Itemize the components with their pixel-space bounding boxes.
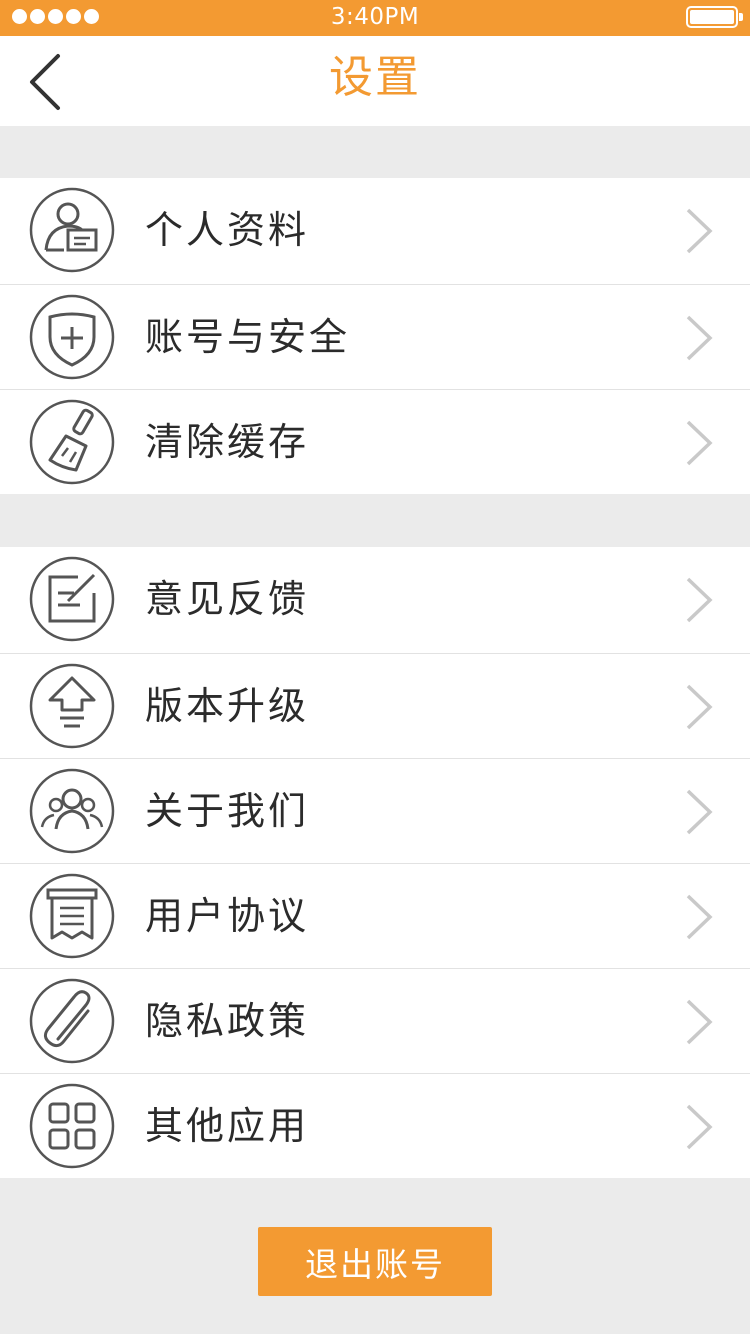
settings-group-general: 意见反馈 版本升级 关于我们 用户协议 隐私政策 其他应用 — [0, 547, 750, 1178]
nav-bar: 设置 — [0, 36, 750, 126]
row-other-apps[interactable]: 其他应用 — [0, 1073, 750, 1178]
grid-apps-icon — [29, 1083, 115, 1169]
status-time: 3:40PM — [330, 4, 420, 30]
row-label: 账号与安全 — [145, 315, 351, 359]
row-privacy-policy[interactable]: 隐私政策 — [0, 968, 750, 1073]
row-label: 版本升级 — [145, 684, 310, 728]
receipt-document-icon — [29, 873, 115, 959]
row-label: 隐私政策 — [145, 999, 310, 1043]
chevron-right-icon — [686, 315, 713, 361]
row-label: 个人资料 — [145, 208, 310, 252]
chevron-right-icon — [686, 789, 713, 835]
status-bar: 3:40PM — [0, 0, 750, 36]
profile-card-icon — [29, 187, 115, 273]
row-account-security[interactable]: 账号与安全 — [0, 284, 750, 389]
page-title: 设置 — [329, 52, 421, 103]
chevron-right-icon — [686, 420, 713, 466]
settings-group-account: 个人资料 账号与安全 清除缓存 — [0, 178, 750, 494]
broom-icon — [29, 399, 115, 485]
chevron-right-icon — [686, 208, 713, 254]
chevron-right-icon — [686, 894, 713, 940]
row-label: 意见反馈 — [145, 577, 310, 621]
shield-plus-icon — [29, 294, 115, 380]
logout-button[interactable]: 退出账号 — [258, 1227, 492, 1296]
row-version-upgrade[interactable]: 版本升级 — [0, 653, 750, 758]
chevron-right-icon — [686, 1104, 713, 1150]
row-feedback[interactable]: 意见反馈 — [0, 547, 750, 653]
battery-icon — [686, 6, 743, 28]
row-user-agreement[interactable]: 用户协议 — [0, 863, 750, 968]
row-label: 清除缓存 — [145, 420, 310, 464]
row-label: 关于我们 — [145, 789, 310, 833]
row-label: 用户协议 — [145, 894, 310, 938]
paperclip-icon — [29, 978, 115, 1064]
row-about-us[interactable]: 关于我们 — [0, 758, 750, 863]
row-clear-cache[interactable]: 清除缓存 — [0, 389, 750, 494]
people-group-icon — [29, 768, 115, 854]
chevron-right-icon — [686, 684, 713, 730]
chevron-right-icon — [686, 577, 713, 623]
row-label: 其他应用 — [145, 1104, 310, 1148]
chevron-right-icon — [686, 999, 713, 1045]
feedback-edit-icon — [29, 556, 115, 642]
upgrade-arrow-icon — [29, 663, 115, 749]
row-profile[interactable]: 个人资料 — [0, 178, 750, 284]
